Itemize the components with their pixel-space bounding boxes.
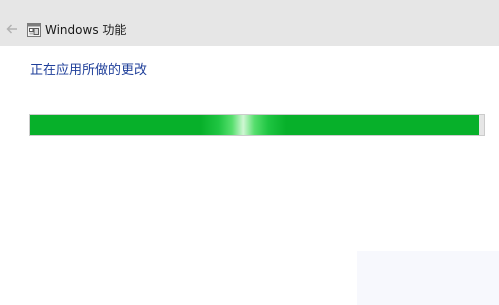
windows-features-icon <box>27 22 41 37</box>
window-title: Windows 功能 <box>45 23 127 37</box>
footer-panel <box>357 251 499 305</box>
back-button[interactable] <box>4 21 20 37</box>
progress-bar-fill <box>30 115 480 135</box>
progress-bar <box>29 114 485 136</box>
status-message: 正在应用所做的更改 <box>30 63 148 78</box>
arrow-left-icon <box>6 24 17 34</box>
title-bar: Windows 功能 <box>0 0 499 46</box>
